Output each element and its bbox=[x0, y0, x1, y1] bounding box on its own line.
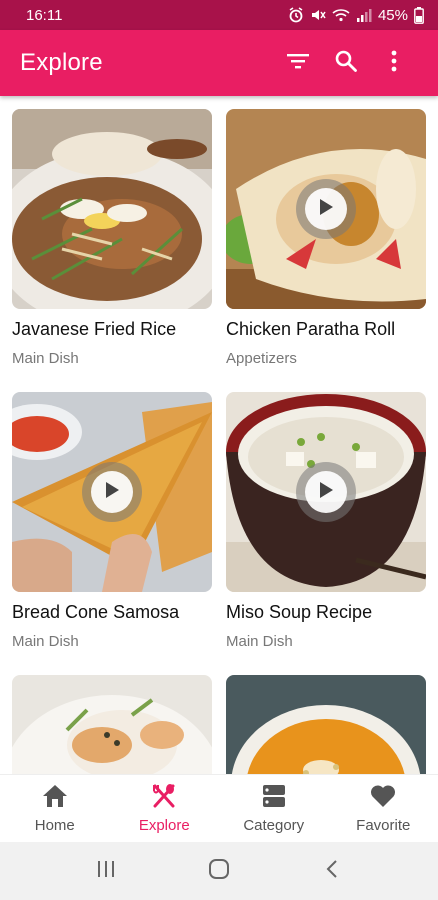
play-icon bbox=[104, 481, 120, 504]
more-button[interactable] bbox=[370, 39, 418, 87]
mute-icon bbox=[310, 7, 326, 23]
pumpkin-soup-photo bbox=[226, 675, 426, 774]
fried-rice-photo bbox=[12, 109, 212, 309]
recipe-card[interactable] bbox=[226, 675, 426, 774]
category-icon bbox=[262, 784, 286, 813]
recipe-image[interactable] bbox=[226, 109, 426, 309]
nav-item-category[interactable]: Category bbox=[219, 775, 329, 842]
recipe-category: Main Dish bbox=[226, 633, 293, 650]
nav-item-home[interactable]: Home bbox=[0, 775, 110, 842]
status-time: 16:11 bbox=[26, 6, 63, 24]
play-video-button[interactable] bbox=[296, 179, 356, 239]
home-circle-icon bbox=[208, 858, 230, 885]
home-icon bbox=[42, 784, 68, 813]
recipe-title[interactable]: Chicken Paratha Roll bbox=[226, 319, 426, 340]
recipe-title[interactable]: Javanese Fried Rice bbox=[12, 319, 212, 340]
app-bar: Explore bbox=[0, 30, 438, 96]
recipe-grid: Javanese Fried Rice Main Dish Chicken Pa… bbox=[0, 96, 438, 774]
recipe-card[interactable]: Chicken Paratha Roll Appetizers bbox=[226, 109, 426, 367]
recipe-card[interactable]: Miso Soup Recipe Main Dish bbox=[226, 392, 426, 650]
page-title: Explore bbox=[20, 49, 103, 76]
play-icon bbox=[318, 198, 334, 221]
recipe-image[interactable] bbox=[226, 675, 426, 774]
recipe-title[interactable]: Bread Cone Samosa bbox=[12, 602, 212, 623]
battery-percent: 45% bbox=[377, 6, 408, 24]
nav-item-explore[interactable]: Explore bbox=[110, 775, 220, 842]
heart-icon bbox=[370, 784, 396, 813]
recipe-card[interactable]: Bread Cone Samosa Main Dish bbox=[12, 392, 212, 650]
battery-icon bbox=[414, 6, 424, 24]
recipe-card[interactable] bbox=[12, 675, 212, 774]
back-button[interactable] bbox=[312, 851, 352, 891]
home-system-button[interactable] bbox=[199, 851, 239, 891]
more-vert-icon bbox=[390, 49, 398, 78]
fork-knife-icon bbox=[151, 783, 177, 813]
recipe-image[interactable] bbox=[12, 675, 212, 774]
recent-apps-button[interactable] bbox=[86, 851, 126, 891]
filter-icon bbox=[286, 51, 310, 76]
play-video-button[interactable] bbox=[296, 462, 356, 522]
status-bar: 16:11 45% bbox=[0, 0, 438, 30]
recipe-category: Main Dish bbox=[12, 350, 79, 367]
nav-item-favorite[interactable]: Favorite bbox=[329, 775, 438, 842]
status-icons: 45% bbox=[288, 6, 424, 24]
recent-apps-icon bbox=[96, 860, 116, 883]
alarm-icon bbox=[288, 7, 304, 23]
recipe-image[interactable] bbox=[12, 392, 212, 592]
nav-label: Home bbox=[34, 816, 75, 834]
signal-icon bbox=[356, 7, 372, 23]
play-video-button[interactable] bbox=[82, 462, 142, 522]
seafood-photo bbox=[12, 675, 212, 774]
recipe-title[interactable]: Miso Soup Recipe bbox=[226, 602, 426, 623]
search-icon bbox=[334, 49, 358, 78]
recipe-image[interactable] bbox=[12, 109, 212, 309]
wifi-icon bbox=[332, 7, 350, 23]
back-chevron-icon bbox=[325, 859, 339, 884]
nav-label: Category bbox=[243, 816, 305, 834]
search-button[interactable] bbox=[322, 39, 370, 87]
recipe-category: Appetizers bbox=[226, 350, 297, 367]
recipe-card[interactable]: Javanese Fried Rice Main Dish bbox=[12, 109, 212, 367]
system-navigation-bar bbox=[0, 842, 438, 900]
nav-label: Favorite bbox=[356, 816, 411, 834]
nav-label: Explore bbox=[138, 816, 190, 834]
bottom-navigation: Home Explore Category Favorite bbox=[0, 774, 438, 842]
recipe-category: Main Dish bbox=[12, 633, 79, 650]
recipe-image[interactable] bbox=[226, 392, 426, 592]
play-icon bbox=[318, 481, 334, 504]
filter-button[interactable] bbox=[274, 39, 322, 87]
